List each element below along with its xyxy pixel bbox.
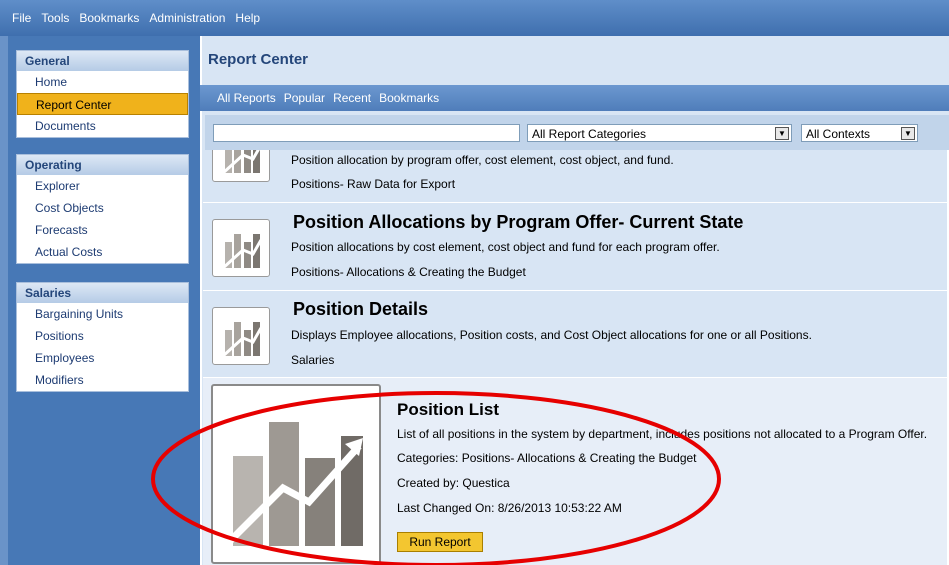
menu-bookmarks[interactable]: Bookmarks — [79, 11, 139, 25]
search-input[interactable] — [213, 124, 520, 142]
filter-bar: All Report Categories ▼ All Contexts ▼ — [205, 115, 949, 155]
main-panel: Report Center All Reports Popular Recent… — [200, 36, 949, 565]
sidebar-item-forecasts[interactable]: Forecasts — [17, 219, 188, 241]
tab-bookmarks[interactable]: Bookmarks — [379, 91, 439, 105]
category-select-value: All Report Categories — [532, 127, 647, 141]
tab-recent[interactable]: Recent — [333, 91, 371, 105]
report-categories: Categories: Positions- Allocations & Cre… — [397, 451, 697, 465]
sidebar-item-documents[interactable]: Documents — [17, 115, 188, 137]
run-report-button[interactable]: Run Report — [397, 532, 483, 552]
chart-icon — [211, 384, 381, 564]
tab-popular[interactable]: Popular — [284, 91, 325, 105]
context-select[interactable]: All Contexts ▼ — [801, 124, 918, 142]
report-title[interactable]: Position List — [397, 400, 499, 420]
report-last-changed: Last Changed On: 8/26/2013 10:53:22 AM — [397, 501, 622, 515]
menu-file[interactable]: File — [12, 11, 31, 25]
app-window: File Tools Bookmarks Administration Help… — [0, 0, 949, 565]
report-description: Position allocations by cost element, co… — [291, 240, 720, 254]
context-select-value: All Contexts — [806, 127, 871, 141]
chart-icon — [212, 307, 270, 365]
tab-all-reports[interactable]: All Reports — [217, 91, 276, 105]
sidebar: General Home Report Center Documents Ope… — [0, 36, 200, 565]
page-title: Report Center — [208, 51, 309, 68]
chart-icon — [212, 150, 270, 182]
report-description: Position allocation by program offer, co… — [291, 153, 674, 167]
sidebar-item-employees[interactable]: Employees — [17, 347, 188, 369]
sidebar-edge — [0, 36, 8, 565]
report-category: Positions- Raw Data for Export — [291, 177, 456, 191]
sidebar-item-cost-objects[interactable]: Cost Objects — [17, 197, 188, 219]
sidebar-item-explorer[interactable]: Explorer — [17, 175, 188, 197]
sidebar-group-salaries: Salaries Bargaining Units Positions Empl… — [16, 282, 189, 392]
menu-tools[interactable]: Tools — [41, 11, 69, 25]
sidebar-group-operating: Operating Explorer Cost Objects Forecast… — [16, 154, 189, 264]
sidebar-group-title: Operating — [17, 155, 188, 175]
sidebar-item-home[interactable]: Home — [17, 71, 188, 93]
sidebar-item-positions[interactable]: Positions — [17, 325, 188, 347]
sidebar-item-actual-costs[interactable]: Actual Costs — [17, 241, 188, 263]
report-title[interactable]: Position Allocations by Program Offer- C… — [293, 212, 743, 233]
divider — [200, 36, 202, 565]
report-category: Salaries — [291, 353, 335, 367]
sidebar-item-bargaining-units[interactable]: Bargaining Units — [17, 303, 188, 325]
report-tabs: All Reports Popular Recent Bookmarks — [200, 85, 949, 111]
chevron-down-icon[interactable]: ▼ — [775, 127, 789, 140]
report-title[interactable]: Position Details — [293, 299, 428, 320]
selected-report[interactable]: Position List List of all positions in t… — [203, 378, 949, 565]
report-description: List of all positions in the system by d… — [397, 427, 928, 441]
menu-help[interactable]: Help — [235, 11, 260, 25]
chevron-down-icon[interactable]: ▼ — [901, 127, 915, 140]
report-category: Positions- Allocations & Creating the Bu… — [291, 265, 526, 279]
report-item[interactable]: Position allocation by program offer, co… — [203, 150, 949, 203]
sidebar-item-report-center[interactable]: Report Center — [17, 93, 188, 115]
report-item[interactable]: Position Allocations by Program Offer- C… — [203, 203, 949, 291]
report-description: Displays Employee allocations, Position … — [291, 328, 812, 342]
report-list[interactable]: Position allocation by program offer, co… — [203, 150, 949, 565]
menu-bar: File Tools Bookmarks Administration Help — [0, 0, 949, 36]
sidebar-group-title: Salaries — [17, 283, 188, 303]
chart-icon — [212, 219, 270, 277]
sidebar-group-general: General Home Report Center Documents — [16, 50, 189, 138]
sidebar-group-title: General — [17, 51, 188, 71]
menu-administration[interactable]: Administration — [149, 11, 225, 25]
report-created-by: Created by: Questica — [397, 476, 510, 490]
report-item[interactable]: Position Details Displays Employee alloc… — [203, 291, 949, 378]
sidebar-item-modifiers[interactable]: Modifiers — [17, 369, 188, 391]
category-select[interactable]: All Report Categories ▼ — [527, 124, 792, 142]
